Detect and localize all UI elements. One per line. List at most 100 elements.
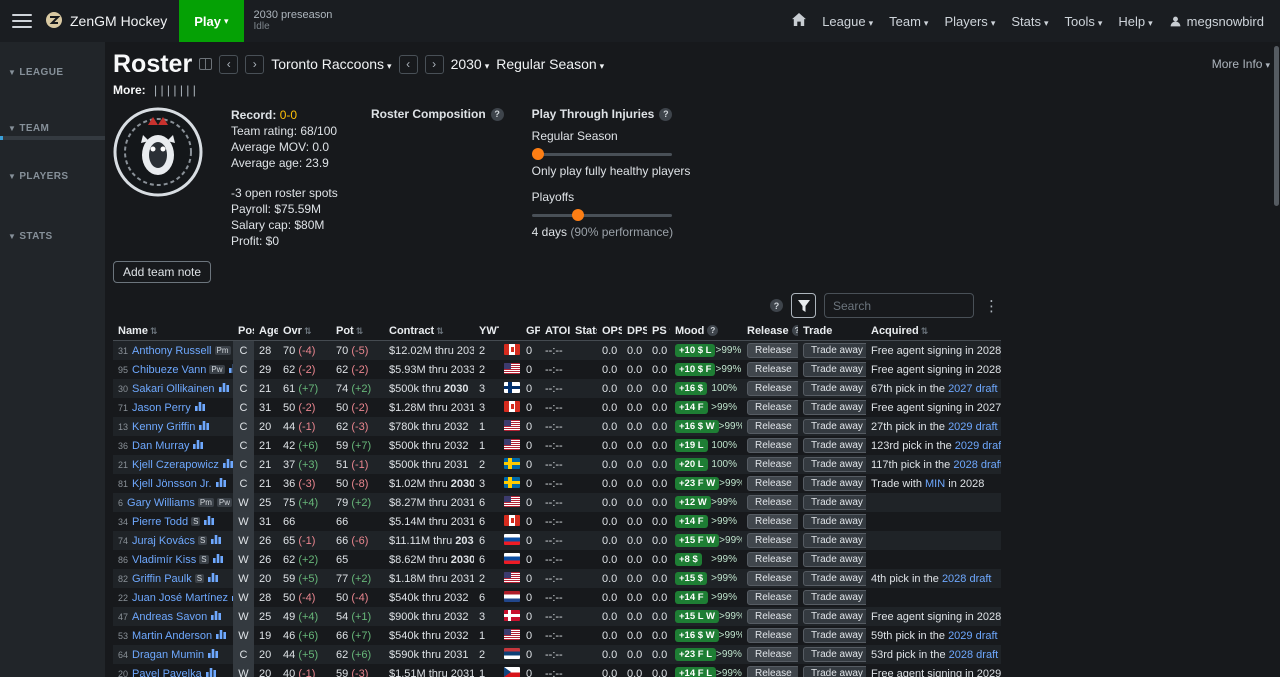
team-dropdown[interactable]: Toronto Raccoons▾ bbox=[271, 56, 391, 72]
player-stats-chart-icon[interactable] bbox=[211, 535, 221, 547]
player-stats-chart-icon[interactable] bbox=[216, 478, 226, 490]
trade-away-button[interactable]: Trade away bbox=[803, 400, 866, 415]
acquired-link[interactable]: MIN bbox=[925, 478, 945, 490]
mood-badge[interactable]: +23 F L bbox=[675, 648, 716, 661]
filter-button[interactable] bbox=[791, 293, 816, 318]
column-header[interactable] bbox=[499, 322, 521, 341]
acquired-link[interactable]: 2027 draft bbox=[948, 383, 998, 395]
column-header[interactable]: Pot⇅ bbox=[331, 322, 384, 341]
player-stats-chart-icon[interactable] bbox=[204, 516, 214, 528]
release-button[interactable]: Release bbox=[747, 590, 798, 605]
sidebar-item[interactable] bbox=[0, 156, 105, 160]
player-stats-chart-icon[interactable] bbox=[208, 649, 218, 661]
trade-away-button[interactable]: Trade away bbox=[803, 552, 866, 567]
nav-menu-item[interactable]: Players▾ bbox=[944, 14, 995, 29]
home-icon[interactable] bbox=[792, 13, 806, 29]
player-name-link[interactable]: Dragan Mumin bbox=[132, 649, 204, 661]
acquired-link[interactable]: 2028 draft bbox=[949, 649, 999, 661]
release-button[interactable]: Release bbox=[747, 419, 798, 434]
player-stats-chart-icon[interactable] bbox=[211, 611, 221, 623]
trade-away-button[interactable]: Trade away bbox=[803, 495, 866, 510]
help-icon[interactable]: ? bbox=[659, 108, 672, 121]
release-button[interactable]: Release bbox=[747, 495, 798, 510]
player-name-link[interactable]: Pavel Pavelka bbox=[132, 668, 202, 677]
player-name-link[interactable]: Kjell Czerapowicz bbox=[132, 459, 219, 471]
player-name-link[interactable]: Juan José Martínez bbox=[132, 592, 228, 604]
mood-badge[interactable]: +14 F bbox=[675, 591, 708, 604]
player-name-link[interactable]: Gary Williams bbox=[127, 497, 195, 509]
page-scrollbar[interactable] bbox=[1274, 46, 1279, 206]
sidebar-section-header[interactable]: ▼LEAGUE bbox=[0, 65, 105, 80]
column-header[interactable]: Contract⇅ bbox=[384, 322, 474, 341]
player-name-link[interactable]: Kjell Jönsson Jr. bbox=[132, 478, 211, 490]
player-name-link[interactable]: Pierre Todd bbox=[132, 516, 188, 528]
mood-badge[interactable]: +12 W bbox=[675, 496, 711, 509]
help-icon[interactable]: ? bbox=[770, 299, 783, 312]
injuries-regular-slider[interactable] bbox=[532, 148, 672, 160]
player-name-link[interactable]: Griffin Paulk bbox=[132, 573, 192, 585]
player-stats-chart-icon[interactable] bbox=[229, 364, 233, 376]
release-button[interactable]: Release bbox=[747, 533, 798, 548]
column-header[interactable]: YWT⇅ bbox=[474, 322, 499, 341]
column-header[interactable]: Mood? bbox=[670, 322, 742, 341]
acquired-link[interactable]: 2029 draft bbox=[948, 630, 998, 642]
help-icon[interactable]: ? bbox=[707, 325, 718, 336]
acquired-link[interactable]: 2028 draft bbox=[942, 573, 992, 585]
player-name-link[interactable]: Dan Murray bbox=[132, 440, 189, 452]
player-stats-chart-icon[interactable] bbox=[216, 630, 226, 642]
release-button[interactable]: Release bbox=[747, 400, 798, 415]
column-header[interactable]: GP bbox=[521, 322, 540, 341]
column-header[interactable]: Age⇅ bbox=[254, 322, 278, 341]
sidebar-section-header[interactable]: ▼PLAYERS bbox=[0, 169, 105, 184]
release-button[interactable]: Release bbox=[747, 628, 798, 643]
mood-badge[interactable]: +14 F L bbox=[675, 667, 716, 677]
slider-handle[interactable] bbox=[572, 209, 584, 221]
help-icon[interactable]: ? bbox=[491, 108, 504, 121]
mood-badge[interactable]: +10 $ L bbox=[675, 344, 715, 357]
player-name-link[interactable]: Anthony Russell bbox=[132, 345, 212, 357]
column-header[interactable]: Release? bbox=[742, 322, 798, 341]
nav-menu-item[interactable]: Help▾ bbox=[1118, 14, 1152, 29]
release-button[interactable]: Release bbox=[747, 666, 798, 677]
mood-badge[interactable]: +16 $ W bbox=[675, 629, 719, 642]
mood-badge[interactable]: +14 F bbox=[675, 401, 708, 414]
prev-team-button[interactable]: ‹ bbox=[219, 55, 238, 74]
help-icon[interactable]: ? bbox=[792, 325, 798, 336]
player-name-link[interactable]: Sakari Ollikainen bbox=[132, 383, 215, 395]
mood-badge[interactable]: +15 F W bbox=[675, 534, 719, 547]
acquired-link[interactable]: 2029 draft bbox=[948, 421, 998, 433]
sidebar-section-header[interactable]: ▼STATS bbox=[0, 229, 105, 244]
release-button[interactable]: Release bbox=[747, 457, 798, 472]
injuries-playoffs-slider[interactable] bbox=[532, 209, 672, 221]
player-stats-chart-icon[interactable] bbox=[219, 383, 229, 395]
release-button[interactable]: Release bbox=[747, 552, 798, 567]
player-name-link[interactable]: Martin Anderson bbox=[132, 630, 212, 642]
nav-menu-item[interactable]: Tools▾ bbox=[1065, 14, 1103, 29]
release-button[interactable]: Release bbox=[747, 438, 798, 453]
sidebar-item[interactable] bbox=[0, 252, 105, 256]
customize-columns-icon[interactable] bbox=[199, 58, 212, 70]
sidebar-item[interactable] bbox=[0, 108, 105, 112]
release-button[interactable]: Release bbox=[747, 476, 798, 491]
user-menu[interactable]: megsnowbird bbox=[1169, 14, 1264, 29]
mood-badge[interactable]: +19 L bbox=[675, 439, 708, 452]
acquired-link[interactable]: 2029 draft bbox=[955, 440, 1001, 452]
column-header[interactable]: Acquired⇅ bbox=[866, 322, 1001, 341]
column-header[interactable]: Name⇅ bbox=[113, 322, 233, 341]
mood-badge[interactable]: +20 L bbox=[675, 458, 708, 471]
nav-menu-item[interactable]: League▾ bbox=[822, 14, 873, 29]
app-brand[interactable]: ZenGM Hockey bbox=[44, 10, 167, 33]
release-button[interactable]: Release bbox=[747, 381, 798, 396]
slider-handle[interactable] bbox=[532, 148, 544, 160]
mood-badge[interactable]: +15 $ bbox=[675, 572, 707, 585]
next-team-button[interactable]: › bbox=[245, 55, 264, 74]
player-name-link[interactable]: Chibueze Vann bbox=[132, 364, 206, 376]
release-button[interactable]: Release bbox=[747, 514, 798, 529]
phase-dropdown[interactable]: Regular Season▾ bbox=[496, 56, 604, 72]
trade-away-button[interactable]: Trade away bbox=[803, 457, 866, 472]
menu-toggle-icon[interactable] bbox=[12, 14, 32, 28]
player-stats-chart-icon[interactable] bbox=[193, 440, 203, 452]
player-stats-chart-icon[interactable] bbox=[223, 459, 233, 471]
nav-menu-item[interactable]: Team▾ bbox=[889, 14, 928, 29]
release-button[interactable]: Release bbox=[747, 609, 798, 624]
